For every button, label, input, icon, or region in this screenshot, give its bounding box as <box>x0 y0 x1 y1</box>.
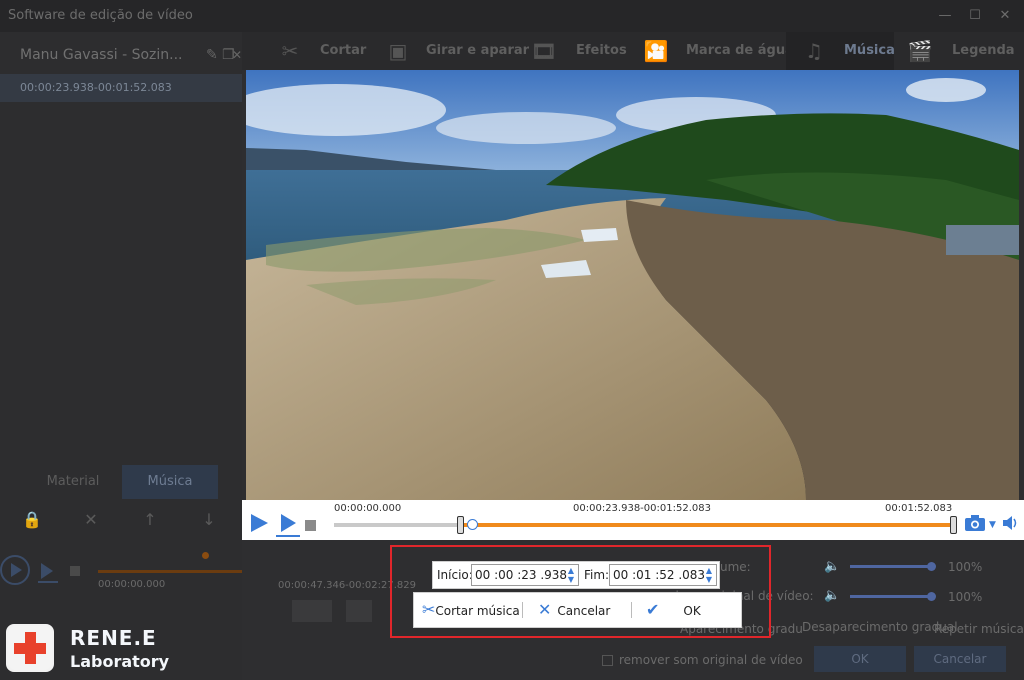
title-bar: Software de edição de vídeo — ☐ ✕ <box>0 0 1024 32</box>
logo-cross-icon <box>6 624 54 672</box>
logo-name: RENE.E <box>70 626 157 650</box>
original-volume-icon[interactable]: 🔈 <box>824 588 840 603</box>
edit-icon[interactable]: ✎ <box>206 40 218 70</box>
playhead-knob[interactable] <box>467 519 478 530</box>
minimize-icon[interactable]: — <box>930 0 960 32</box>
delete-icon[interactable]: ✕ <box>81 510 101 530</box>
range-start-handle[interactable] <box>457 516 464 534</box>
cut-icon: ✂ <box>281 39 299 63</box>
video-preview[interactable] <box>246 70 1019 500</box>
selected-range <box>460 523 952 527</box>
end-down-icon[interactable]: ▼ <box>704 576 714 584</box>
repeat-label: Repetir música <box>934 622 1024 636</box>
tab-music[interactable]: Música <box>122 465 218 499</box>
left-play-segment-icon[interactable] <box>36 560 60 588</box>
start-down-icon[interactable]: ▼ <box>566 576 576 584</box>
rene-logo: RENE.E Laboratory <box>0 618 242 680</box>
separator <box>631 602 632 618</box>
playback-bar: 00:00:00.000 00:00:23.938-00:01:52.083 0… <box>242 500 1024 540</box>
play-segment-icon[interactable] <box>276 512 300 542</box>
stop-icon[interactable] <box>305 520 316 531</box>
separator <box>522 602 523 618</box>
move-down-icon[interactable]: ↓ <box>199 510 219 530</box>
left-stop-icon[interactable] <box>70 566 80 576</box>
start-up-icon[interactable]: ▲ <box>566 567 576 575</box>
camera-dropdown-icon[interactable]: ▼ <box>989 520 996 530</box>
progress-track[interactable] <box>334 516 957 534</box>
play-icon[interactable] <box>248 512 270 538</box>
dim-control-a[interactable] <box>292 600 332 622</box>
time-start: 00:00:00.000 <box>334 503 402 514</box>
tool-effects[interactable]: 🎞 Efeitos <box>530 32 630 70</box>
tool-subtitle[interactable]: 🎬 Legenda <box>906 32 1024 70</box>
cut-music-button[interactable]: ✂Cortar música <box>422 593 520 627</box>
watermark-icon: 🎦 <box>643 39 669 63</box>
ok-button[interactable]: OK <box>814 646 906 672</box>
time-end: 00:01:52.083 <box>885 503 953 514</box>
popup-cancel-button[interactable]: ✕ Cancelar <box>538 593 610 627</box>
project-header: Manu Gavassi - Sozin... ✎ ❐ ✕ <box>0 40 242 70</box>
tool-rotate-crop[interactable]: ▣ Girar e aparar <box>384 32 530 70</box>
remove-original-checkbox[interactable] <box>602 655 613 666</box>
clip-time: 00:00:23.938-00:01:52.083 <box>20 81 172 94</box>
popup-ok-button[interactable]: ✔ OK <box>646 593 701 627</box>
toolbar: ✂ Cortar ▣ Girar e aparar 🎞 Efeitos 🎦 Ma… <box>242 32 1024 70</box>
music-volume-icon[interactable]: 🔈 <box>824 559 840 574</box>
move-up-icon[interactable]: ↑ <box>140 510 160 530</box>
end-label: Fim: <box>584 568 610 582</box>
start-label: Início: <box>437 568 473 582</box>
music-icon: ♫ <box>805 39 823 63</box>
left-timeline-track[interactable] <box>98 570 242 573</box>
left-timeline-marker[interactable] <box>202 552 209 559</box>
left-timeline-start: 00:00:00.000 <box>98 579 166 590</box>
cut-time-popup: Início: 00 :00 :23 .938 ▲ ▼ Fim: 00 :01 … <box>432 561 720 589</box>
end-time-input[interactable]: 00 :01 :52 .083 ▲ ▼ <box>609 564 717 586</box>
tool-music[interactable]: ♫ Música <box>786 32 895 70</box>
left-play-icon[interactable] <box>0 555 30 585</box>
scissors-icon: ✂ <box>422 600 436 619</box>
original-volume-value: 100% <box>948 590 983 604</box>
crop-icon: ▣ <box>388 39 408 63</box>
tab-material[interactable]: Material <box>24 465 122 499</box>
clip-item[interactable]: 00:00:23.938-00:01:52.083 <box>0 74 242 102</box>
tool-watermark[interactable]: 🎦 Marca de água <box>642 32 794 70</box>
original-volume-slider[interactable] <box>850 592 936 601</box>
time-range: 00:00:23.938-00:01:52.083 <box>573 503 711 514</box>
cancel-button[interactable]: Cancelar <box>914 646 1006 672</box>
start-time-input[interactable]: 00 :00 :23 .938 ▲ ▼ <box>471 564 579 586</box>
lock-icon[interactable]: 🔒 <box>22 510 42 530</box>
camera-icon[interactable] <box>964 514 986 536</box>
logo-sub: Laboratory <box>70 652 170 671</box>
close-clip-icon[interactable]: ✕ <box>232 40 242 70</box>
video-frame <box>246 70 1019 500</box>
dim-control-b[interactable] <box>346 600 372 622</box>
window-title: Software de edição de vídeo <box>8 8 193 23</box>
close-icon[interactable]: ✕ <box>990 0 1020 32</box>
range-end-handle[interactable] <box>950 516 957 534</box>
subtitle-icon: 🎬 <box>907 39 933 63</box>
remove-original-label: remover som original de vídeo <box>619 653 803 667</box>
effects-icon: 🎞 <box>531 39 557 63</box>
video-editor-window: Software de edição de vídeo — ☐ ✕ Manu G… <box>0 0 1024 680</box>
music-volume-slider[interactable] <box>850 562 936 571</box>
end-up-icon[interactable]: ▲ <box>704 567 714 575</box>
music-volume-value: 100% <box>948 560 983 574</box>
tool-cut[interactable]: ✂ Cortar <box>276 32 386 70</box>
cut-actions-popup: ✂Cortar música ✕ Cancelar ✔ OK <box>413 592 742 628</box>
checkmark-icon: ✔ <box>646 600 660 619</box>
volume-icon[interactable] <box>1002 515 1020 535</box>
maximize-icon[interactable]: ☐ <box>960 0 990 32</box>
cancel-x-icon: ✕ <box>538 600 552 619</box>
project-title: Manu Gavassi - Sozin... <box>20 47 183 63</box>
left-panel: Manu Gavassi - Sozin... ✎ ❐ ✕ 00:00:23.9… <box>0 32 242 680</box>
